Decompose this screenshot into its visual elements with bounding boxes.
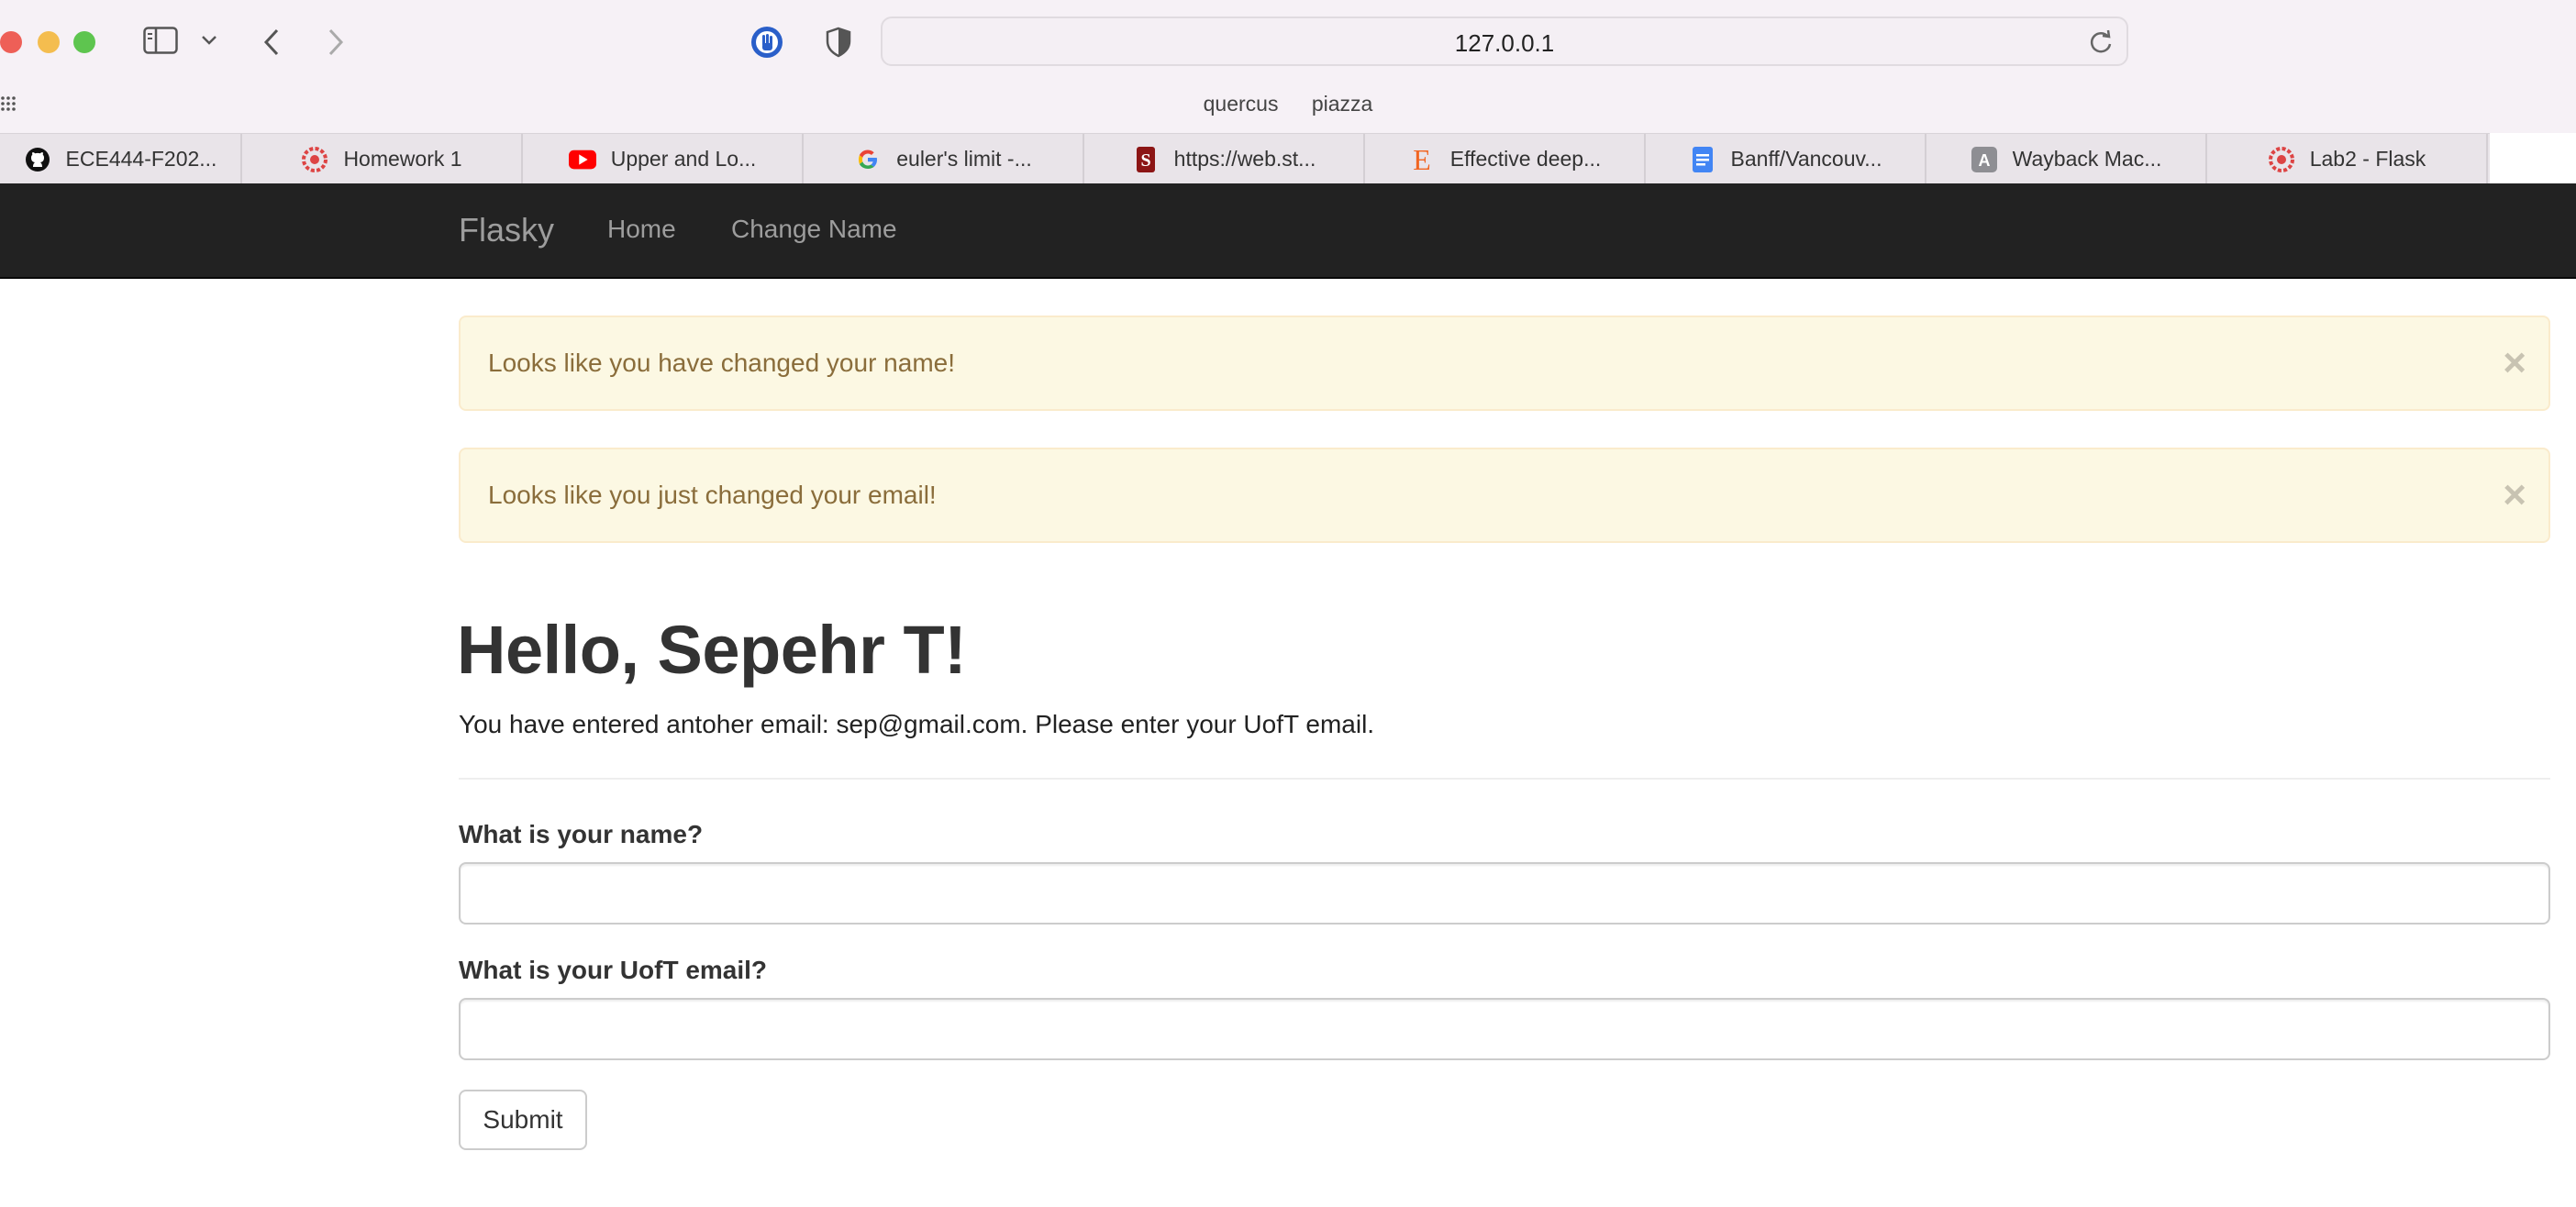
tab-label: ECE444-F202...	[65, 147, 217, 171]
favorite-quercus[interactable]: quercus	[1204, 92, 1279, 116]
minimize-window-button[interactable]	[38, 31, 60, 53]
hand-extension-icon[interactable]	[749, 24, 785, 61]
github-icon	[24, 146, 51, 173]
zoom-window-button[interactable]	[73, 31, 95, 53]
youtube-icon	[568, 146, 596, 173]
email-label: What is your UofT email?	[459, 956, 768, 984]
chevron-down-icon[interactable]	[200, 31, 218, 50]
tab-web-stanford[interactable]: S https://web.st...	[1084, 134, 1365, 184]
nav-link-home[interactable]: Home	[607, 215, 676, 244]
tab-label: Wayback Mac...	[2012, 147, 2162, 171]
tab-bar: ECE444-F202... Homework 1 Upper and Lo..…	[0, 133, 2490, 184]
divider	[459, 778, 2550, 780]
stanford-icon: S	[1132, 146, 1160, 173]
favorite-piazza[interactable]: piazza	[1312, 92, 1372, 116]
alert-message: Looks like you just changed your email!	[488, 481, 937, 509]
tab-label: Homework 1	[343, 147, 462, 171]
tab-wayback-machine[interactable]: A Wayback Mac...	[1926, 134, 2207, 184]
site-navbar: Flasky Home Change Name	[0, 183, 2576, 279]
uoft-logo-icon	[301, 146, 328, 173]
nav-link-change-name[interactable]: Change Name	[731, 215, 897, 244]
svg-text:E: E	[1413, 146, 1431, 173]
google-docs-icon	[1689, 146, 1716, 173]
browser-toolbar: 127.0.0.1 quercus piazza	[0, 0, 2576, 133]
favorites-bar: quercus piazza	[0, 92, 2576, 116]
submit-button[interactable]: Submit	[459, 1090, 587, 1150]
svg-text:S: S	[1140, 150, 1150, 171]
tab-effective-deep[interactable]: E Effective deep...	[1365, 134, 1646, 184]
tab-banff-vancouver[interactable]: Banff/Vancouv...	[1646, 134, 1926, 184]
close-window-button[interactable]	[0, 31, 22, 53]
page-title: Hello, Sepehr T!	[457, 612, 967, 688]
close-icon[interactable]: ×	[2503, 343, 2526, 383]
email-field[interactable]	[459, 998, 2550, 1060]
alert-message: Looks like you have changed your name!	[488, 349, 955, 377]
tab-label: Upper and Lo...	[610, 147, 757, 171]
tab-label: Banff/Vancouv...	[1730, 147, 1882, 171]
reload-icon[interactable]	[2088, 29, 2114, 55]
forward-icon[interactable]	[323, 26, 349, 59]
navbar-brand[interactable]: Flasky	[459, 211, 554, 249]
sidebar-toggle-icon[interactable]	[143, 26, 178, 55]
back-icon[interactable]	[259, 26, 284, 59]
letter-a-icon: A	[1971, 146, 1998, 173]
name-label: What is your name?	[459, 820, 704, 848]
tab-label: Effective deep...	[1449, 147, 1602, 171]
tab-lab2-flask[interactable]: Lab2 - Flask	[2207, 134, 2488, 184]
etsy-icon: E	[1408, 146, 1436, 173]
email-warning-text: You have entered antoher email: sep@gmai…	[459, 710, 1375, 738]
name-field[interactable]	[459, 862, 2550, 925]
tab-eulers-limit[interactable]: euler's limit -...	[804, 134, 1084, 184]
close-icon[interactable]: ×	[2503, 475, 2526, 515]
alert-email-changed: Looks like you just changed your email! …	[459, 448, 2550, 543]
uoft-logo-icon	[2268, 146, 2295, 173]
tab-label: https://web.st...	[1173, 147, 1316, 171]
svg-text:A: A	[1978, 151, 1990, 170]
tab-homework-1[interactable]: Homework 1	[242, 134, 523, 184]
tab-ece444[interactable]: ECE444-F202...	[0, 134, 242, 184]
url-text[interactable]: 127.0.0.1	[883, 29, 2126, 58]
tab-label: Lab2 - Flask	[2309, 147, 2426, 171]
address-bar[interactable]: 127.0.0.1	[881, 17, 2128, 66]
tab-upper-and-lo[interactable]: Upper and Lo...	[523, 134, 804, 184]
privacy-shield-icon[interactable]	[822, 26, 855, 59]
google-icon	[854, 146, 882, 173]
tab-label: euler's limit -...	[896, 147, 1032, 171]
alert-name-changed: Looks like you have changed your name! ×	[459, 316, 2550, 411]
